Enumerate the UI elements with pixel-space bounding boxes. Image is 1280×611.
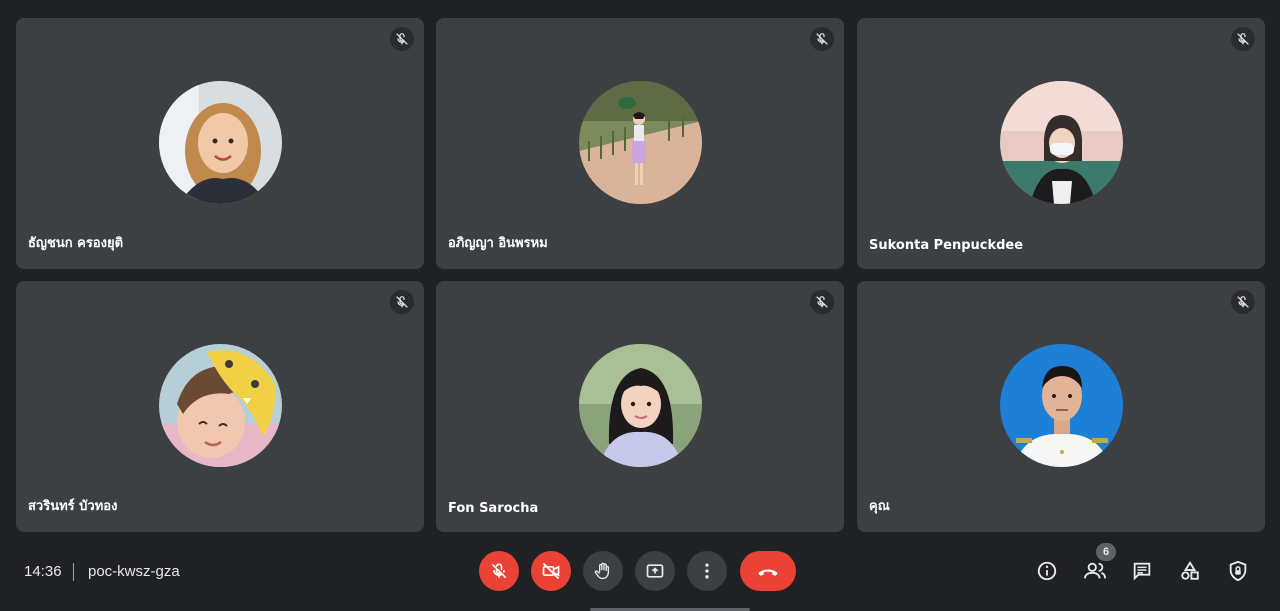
participant-avatar xyxy=(1000,81,1123,204)
more-vert-icon xyxy=(705,563,709,579)
leave-call-button[interactable] xyxy=(740,551,796,591)
activities-button[interactable] xyxy=(1173,554,1207,588)
participant-name: คุณ xyxy=(869,499,890,514)
participant-name: สวรินทร์ บัวทอง xyxy=(28,499,118,514)
mic-muted-icon xyxy=(1231,27,1255,51)
participant-avatar xyxy=(159,344,282,467)
host-controls-button[interactable] xyxy=(1221,554,1255,588)
participant-tile[interactable]: คุณ xyxy=(857,281,1265,532)
chat-button[interactable] xyxy=(1125,554,1159,588)
raise-hand-button[interactable] xyxy=(583,551,623,591)
control-bar: 14:36 poc-kwsz-gza 6 xyxy=(0,540,1280,611)
mic-toggle-button[interactable] xyxy=(479,551,519,591)
info-icon xyxy=(1037,561,1057,581)
meeting-time: 14:36 xyxy=(24,563,62,580)
participant-tile[interactable]: ธัญชนก ครองยุติ xyxy=(16,18,424,269)
camera-off-icon xyxy=(542,562,560,580)
participant-avatar xyxy=(579,81,702,204)
call-end-icon xyxy=(758,569,778,576)
more-options-button[interactable] xyxy=(687,551,727,591)
participant-name: Fon Sarocha xyxy=(448,501,539,516)
shield-lock-icon xyxy=(1229,560,1247,582)
participant-tile[interactable]: สวรินทร์ บัวทอง xyxy=(16,281,424,532)
meeting-details-button[interactable] xyxy=(1030,554,1064,588)
mic-muted-icon xyxy=(390,27,414,51)
present-icon xyxy=(646,564,664,578)
participant-tile[interactable]: Sukonta Penpuckdee xyxy=(857,18,1265,269)
chat-icon xyxy=(1133,562,1151,581)
participant-name: Sukonta Penpuckdee xyxy=(869,238,1024,253)
people-icon xyxy=(1084,562,1106,579)
mic-muted-icon xyxy=(390,290,414,314)
people-button[interactable] xyxy=(1078,554,1112,588)
participant-name: ธัญชนก ครองยุติ xyxy=(28,236,124,251)
activities-icon xyxy=(1181,561,1199,580)
hand-icon xyxy=(594,562,609,580)
mic-off-icon xyxy=(491,563,507,579)
mic-muted-icon xyxy=(1231,290,1255,314)
participant-avatar xyxy=(579,344,702,467)
participant-tile[interactable]: อภิญญา อินพรหม xyxy=(436,18,844,269)
present-button[interactable] xyxy=(635,551,675,591)
meeting-code: poc-kwsz-gza xyxy=(88,563,180,580)
participant-name: อภิญญา อินพรหม xyxy=(448,236,548,251)
mic-muted-icon xyxy=(810,290,834,314)
participant-tile[interactable]: Fon Sarocha xyxy=(436,281,844,532)
mic-muted-icon xyxy=(810,27,834,51)
participant-avatar xyxy=(159,81,282,204)
camera-toggle-button[interactable] xyxy=(531,551,571,591)
participant-grid: ธัญชนก ครองยุติ อภิญญา อินพรหม Sukonta P… xyxy=(0,0,1280,540)
participant-avatar xyxy=(1000,344,1123,467)
divider xyxy=(73,563,74,581)
